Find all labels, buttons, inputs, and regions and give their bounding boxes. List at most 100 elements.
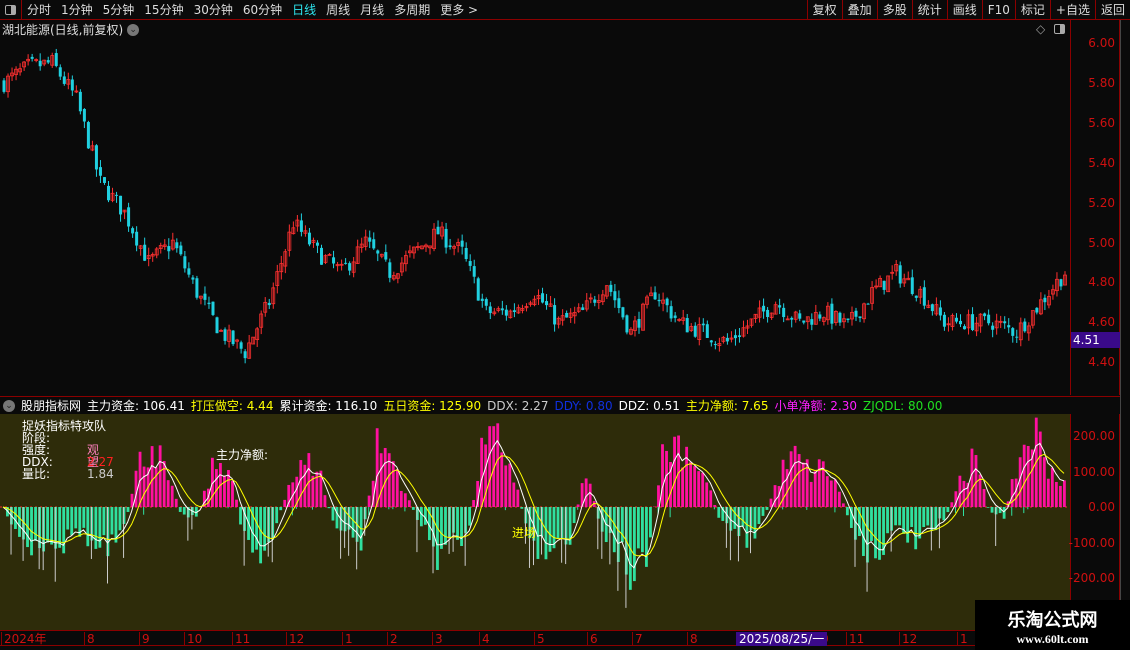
period-tab[interactable]: 多周期 bbox=[389, 1, 435, 18]
candlestick bbox=[541, 287, 545, 304]
candlestick bbox=[127, 202, 131, 232]
candlestick bbox=[914, 295, 918, 302]
period-tab[interactable]: 1分钟 bbox=[56, 1, 98, 18]
flow-bar bbox=[685, 446, 689, 507]
candlestick bbox=[86, 120, 90, 149]
flow-bar bbox=[950, 502, 954, 507]
sidebar-toggle-button[interactable] bbox=[0, 0, 22, 20]
toolbar-button[interactable]: F10 bbox=[981, 0, 1015, 20]
candlestick bbox=[697, 317, 702, 346]
candlestick bbox=[821, 316, 826, 326]
toolbar-button[interactable]: 返回 bbox=[1094, 0, 1130, 20]
chevron-down-icon[interactable]: ⌄ bbox=[127, 23, 140, 36]
period-tab[interactable]: 日线 bbox=[287, 1, 321, 18]
candlestick bbox=[520, 304, 525, 314]
candlestick bbox=[384, 244, 388, 262]
candlestick bbox=[766, 307, 770, 323]
candlestick bbox=[320, 244, 323, 265]
flow-bar bbox=[837, 491, 841, 507]
price-chart[interactable] bbox=[0, 38, 1070, 395]
flow-bar bbox=[584, 478, 588, 507]
flow-bar bbox=[46, 507, 50, 543]
time-tick: 7 bbox=[632, 632, 643, 646]
candlestick bbox=[641, 302, 645, 331]
flow-bar bbox=[898, 507, 902, 526]
flow-bar bbox=[894, 507, 898, 526]
candlestick bbox=[665, 297, 669, 313]
diamond-icon[interactable]: ◇ bbox=[1036, 22, 1045, 36]
period-tab[interactable]: 月线 bbox=[355, 1, 389, 18]
candlestick bbox=[545, 293, 549, 310]
period-tab[interactable]: 周线 bbox=[321, 1, 355, 18]
candlestick bbox=[560, 309, 565, 326]
toolbar-button[interactable]: 叠加 bbox=[841, 0, 877, 20]
candlestick bbox=[910, 269, 914, 296]
flow-bar bbox=[733, 507, 737, 529]
candlestick bbox=[66, 72, 71, 90]
candlestick bbox=[588, 293, 593, 304]
legend-ratio-label: 量比: bbox=[22, 467, 51, 481]
flow-bar bbox=[833, 479, 837, 507]
flow-bar bbox=[1042, 457, 1046, 507]
toolbar-button[interactable]: 复权 bbox=[806, 0, 842, 20]
toolbar-button[interactable]: 多股 bbox=[876, 0, 912, 20]
period-tab[interactable]: 60分钟 bbox=[238, 1, 287, 18]
candlestick bbox=[516, 304, 521, 314]
candlestick bbox=[729, 331, 734, 343]
toolbar-button[interactable]: 画线 bbox=[946, 0, 982, 20]
candlestick bbox=[689, 323, 694, 333]
flow-bar bbox=[311, 475, 315, 507]
flow-bar bbox=[1038, 431, 1042, 507]
candlestick bbox=[496, 306, 501, 313]
candlestick bbox=[460, 234, 464, 255]
candlestick bbox=[58, 64, 62, 80]
time-tick: 1 bbox=[342, 632, 353, 646]
period-tab[interactable]: 5分钟 bbox=[98, 1, 140, 18]
candlestick bbox=[978, 313, 983, 333]
period-tab[interactable]: 分时 bbox=[22, 1, 56, 18]
flow-bar bbox=[223, 475, 226, 507]
flow-bar bbox=[829, 480, 833, 507]
period-tab[interactable]: 15分钟 bbox=[139, 1, 188, 18]
candlestick bbox=[512, 303, 516, 318]
flow-bar bbox=[886, 507, 889, 534]
toolbar-button[interactable]: 标记 bbox=[1014, 0, 1050, 20]
indicator-chart[interactable] bbox=[0, 414, 1070, 630]
candlestick bbox=[271, 282, 276, 309]
flow-bar bbox=[275, 507, 279, 524]
candlestick bbox=[757, 300, 762, 323]
candlestick bbox=[420, 245, 424, 250]
chevron-down-icon[interactable]: ⌄ bbox=[3, 399, 15, 412]
flow-bar bbox=[488, 426, 492, 507]
candlestick bbox=[600, 289, 605, 306]
time-tick: 11 bbox=[846, 632, 864, 646]
flow-bar bbox=[701, 472, 705, 507]
candlestick bbox=[14, 66, 18, 81]
flow-bar bbox=[423, 507, 427, 525]
candlestick bbox=[70, 75, 74, 96]
panel-toggle-button[interactable] bbox=[1054, 24, 1065, 34]
crosshair-date: 2025/08/25/一 bbox=[736, 632, 828, 646]
watermark-logo: 乐淘公式网 www.60lt.com bbox=[975, 600, 1130, 650]
flow-bar bbox=[785, 469, 789, 507]
chart-title: 湖北能源(日线,前复权) ⌄ bbox=[2, 21, 140, 38]
candlestick bbox=[54, 48, 58, 68]
flow-bar bbox=[817, 459, 821, 507]
candlestick bbox=[327, 253, 332, 256]
candlestick bbox=[1035, 307, 1039, 315]
period-tab[interactable]: 30分钟 bbox=[189, 1, 238, 18]
toolbar-button[interactable]: 统计 bbox=[911, 0, 947, 20]
candlestick bbox=[135, 226, 139, 252]
watermark-name: 乐淘公式网 bbox=[1007, 610, 1098, 631]
flow-bar bbox=[641, 507, 644, 553]
toolbar-button[interactable]: +自选 bbox=[1049, 0, 1095, 20]
legend-ratio-value: 1.84 bbox=[87, 467, 114, 481]
flow-bar bbox=[825, 476, 829, 507]
flow-bar bbox=[713, 505, 717, 507]
flow-bar bbox=[110, 507, 114, 535]
period-tab[interactable]: 更多 > bbox=[435, 1, 483, 18]
flow-bar bbox=[480, 437, 484, 507]
time-tick: 2 bbox=[387, 632, 398, 646]
flow-bar bbox=[154, 467, 158, 507]
candlestick bbox=[1026, 322, 1031, 341]
